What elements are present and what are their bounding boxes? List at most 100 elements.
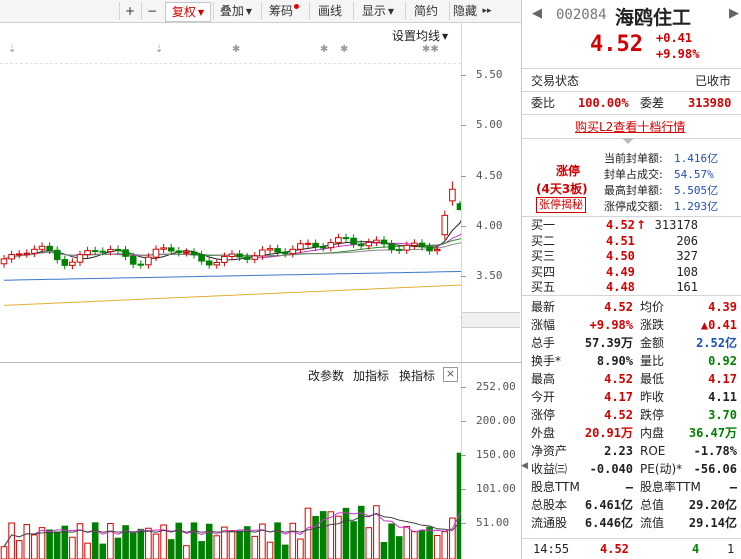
tick-volume: 4 — [692, 542, 700, 556]
price-chart[interactable] — [0, 22, 461, 362]
volume-bar — [91, 522, 99, 559]
weicha-label: 委差 — [640, 96, 665, 110]
more-icon[interactable]: ▸▸ — [479, 2, 495, 20]
switch-indicator-button[interactable]: 换指标 — [399, 367, 435, 384]
up-arrow-icon: ↑ — [636, 218, 647, 232]
candle-body — [228, 253, 236, 257]
tick-time: 14:55 — [533, 542, 570, 556]
volume-bar — [190, 522, 198, 559]
stat-row: 最新 4.52 均价 4.39 — [522, 298, 741, 316]
volume-tick-label: 252.00 — [476, 380, 516, 393]
candle-body — [46, 245, 53, 251]
volume-tick-mark — [461, 489, 466, 490]
huaxian-button[interactable]: 画线 — [309, 2, 350, 20]
candle-body — [183, 251, 190, 254]
volume-bar — [53, 531, 61, 559]
add-indicator-button[interactable]: 加指标 — [353, 367, 389, 384]
change-params-button[interactable]: 改参数 — [308, 367, 344, 384]
candle-body — [175, 250, 183, 254]
candle-body — [433, 248, 441, 252]
tick-row: 14:55 4.52 4 1 — [522, 540, 741, 558]
fuquan-dropdown[interactable]: 复权 ▼ — [165, 2, 211, 22]
chouma-button[interactable]: 筹码 — [261, 2, 306, 20]
stat-label: 股息率TTM — [640, 480, 701, 494]
volume-chart[interactable] — [0, 385, 461, 559]
trade-status-value: 已收市 — [695, 74, 732, 88]
volume-tick-label: 200.00 — [476, 414, 516, 427]
candle-body — [350, 237, 357, 245]
stat-label: 量比 — [640, 354, 665, 368]
prev-stock-icon[interactable]: ◀ — [532, 6, 542, 21]
stat-row: 最高 4.52 最低 4.17 — [522, 370, 741, 388]
tick-count: 1 — [727, 542, 735, 556]
stat-row: 涨停 4.52 跌停 3.70 — [522, 406, 741, 424]
weibi-value: 100.00% — [578, 96, 629, 110]
candle-body — [152, 248, 160, 258]
candle-body — [289, 248, 297, 255]
candle-body — [167, 247, 175, 252]
weibi-label: 委比 — [531, 96, 556, 110]
volume-bar — [213, 535, 221, 559]
candle-body — [69, 261, 76, 266]
volume-bar — [129, 532, 137, 559]
volume-bar — [31, 534, 38, 559]
volume-bar — [69, 536, 76, 559]
diejia-label: 叠加 — [219, 4, 244, 18]
volume-bar — [395, 536, 403, 559]
stat-value: 0.92 — [708, 354, 737, 368]
bid-row: 买三 4.50 327 — [522, 248, 741, 264]
candle-body — [411, 242, 418, 246]
volume-bar — [8, 522, 15, 559]
candle-body — [38, 245, 46, 250]
stat-label: 最低 — [640, 372, 665, 386]
candle-body — [107, 248, 114, 253]
stat-row: 今开 4.17 昨收 4.11 — [522, 388, 741, 406]
volume-header: 改参数 加指标 换指标 × — [0, 363, 461, 385]
candle-body — [236, 253, 243, 258]
stat-label: 均价 — [640, 300, 665, 314]
volume-bar — [259, 523, 266, 559]
zoom-out-button[interactable]: − — [141, 2, 162, 20]
limit-stat-value: 54.57% — [674, 168, 714, 181]
stat-value: -1.78% — [693, 444, 737, 458]
divider — [522, 114, 741, 115]
candle-body — [259, 249, 266, 257]
volume-bar — [411, 530, 418, 559]
volume-tick-label: 150.00 — [476, 448, 516, 461]
price-tick-mark — [461, 226, 466, 227]
chouma-label: 筹码 — [268, 4, 293, 18]
yincang-button[interactable]: 隐藏 — [449, 2, 480, 20]
bid-price: 4.50 — [606, 249, 635, 263]
volume-bar — [266, 541, 274, 559]
limit-stat-label: 涨停成交额: — [604, 200, 663, 213]
stat-row: 流通股 6.446亿 流值 29.14亿 — [522, 514, 741, 532]
price-change-pct: +9.98% — [656, 47, 700, 61]
stat-label: 内盘 — [640, 426, 665, 440]
zoom-in-button[interactable]: + — [119, 2, 140, 20]
buy-l2-link[interactable]: 购买L2查看十档行情 — [575, 118, 685, 135]
limit-stat-value: 5.505亿 — [674, 184, 719, 197]
candle-body — [281, 251, 289, 255]
volume-bar — [281, 544, 289, 559]
candle-body — [15, 253, 23, 256]
stat-value: 4.17 — [604, 390, 633, 404]
xianshi-dropdown[interactable]: 显示 ▼ — [353, 2, 402, 20]
price-tick-label: 3.50 — [476, 269, 503, 282]
stat-row: 换手* 8.90% 量比 0.92 — [522, 352, 741, 370]
xianshi-label: 显示 — [361, 4, 386, 18]
volume-bar — [0, 546, 8, 559]
stat-label: 收益㈢ — [531, 462, 568, 476]
stat-label: 总股本 — [531, 498, 568, 512]
close-indicator-icon[interactable]: × — [443, 367, 458, 382]
candle-body — [426, 246, 433, 252]
volume-bar — [107, 522, 114, 559]
price-tick-label: 4.00 — [476, 219, 503, 232]
expand-triangle-icon[interactable] — [622, 138, 634, 144]
volume-bar — [228, 530, 236, 559]
last-price: 4.52 — [590, 32, 643, 57]
candle-body — [319, 246, 327, 249]
diejia-dropdown[interactable]: 叠加 ▼ — [213, 2, 258, 20]
jianyue-button[interactable]: 简约 — [405, 2, 446, 20]
stat-row: 外盘 20.91万 内盘 36.47万 — [522, 424, 741, 442]
next-stock-icon[interactable]: ▶ — [729, 6, 739, 21]
